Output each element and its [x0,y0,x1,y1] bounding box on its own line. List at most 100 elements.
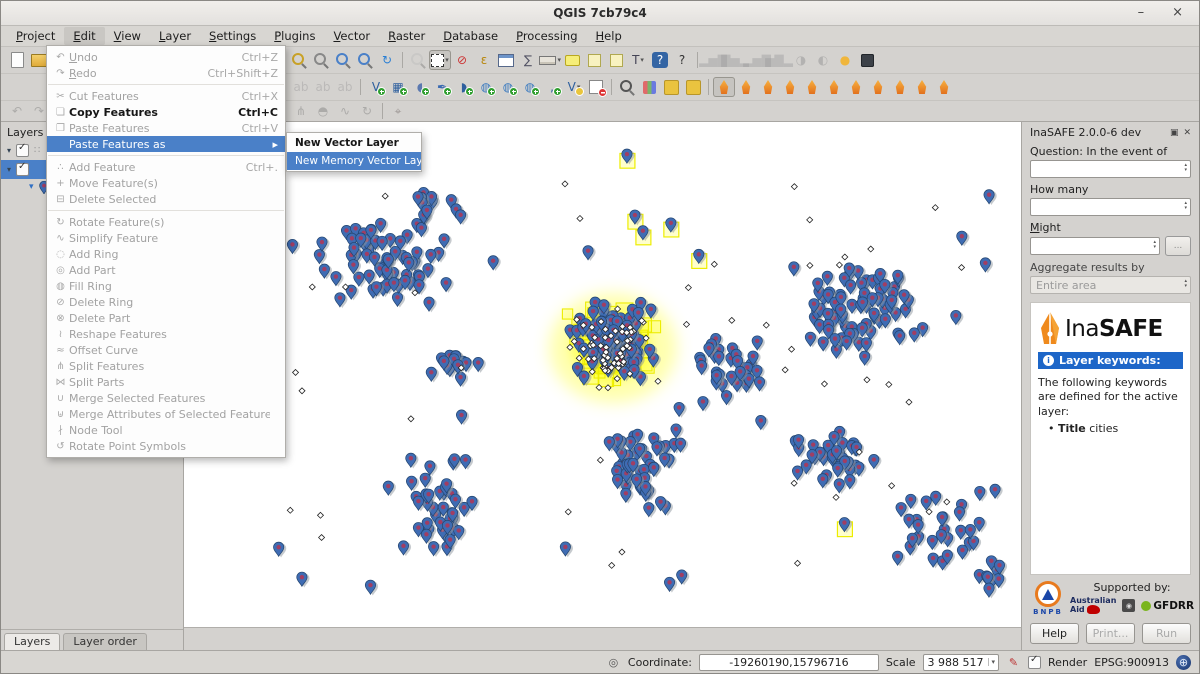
function-options-button[interactable]: ... [1165,236,1191,256]
close-button[interactable]: × [1172,3,1183,23]
inasafe-batch-runner-icon[interactable] [933,77,955,97]
label-rotate-icon[interactable]: ab [312,77,334,97]
edit-menu-item-add-feature[interactable]: ∴Add FeatureCtrl+. [47,159,285,175]
select-by-expression-icon[interactable]: ε [473,50,495,70]
edit-menu-item-paste-features[interactable]: ❐Paste FeaturesCtrl+V [47,120,285,136]
edit-menu-item-rotate-feature-s-[interactable]: ↻Rotate Feature(s) [47,214,285,230]
menu-raster[interactable]: Raster [379,27,434,45]
zoom-full-icon[interactable] [288,50,310,70]
edit-menu-item-rotate-point-symbols[interactable]: ↺Rotate Point Symbols [47,438,285,454]
processing-toolbox-icon[interactable] [660,77,682,97]
edit-menu-item-delete-ring[interactable]: ⊘Delete Ring [47,294,285,310]
cad-tools-icon[interactable]: ⌖ [387,101,409,121]
inasafe-shakemap-converter-icon[interactable] [911,77,933,97]
node-tool-button-icon[interactable]: ∿ [334,101,356,121]
dock-float-icon[interactable]: ▣ [1170,128,1179,138]
spinner-icon[interactable] [1184,201,1187,211]
open-attribute-table-icon[interactable] [495,50,517,70]
run-button[interactable]: Run [1142,623,1191,644]
refresh-map-icon[interactable]: ↻ [376,50,398,70]
chevron-down-icon[interactable]: ▾ [988,658,996,666]
edit-menu-item-copy-features[interactable]: ❏Copy FeaturesCtrl+C [47,104,285,120]
scale-combobox[interactable]: 3 988 517 ▾ [923,654,1000,671]
edit-menu-item-merge-attributes-of-selected-features[interactable]: ⊎Merge Attributes of Selected Features [47,406,285,422]
remove-layer-icon[interactable] [585,77,607,97]
projection-globe-icon[interactable] [1176,655,1191,670]
inasafe-minimum-needs-icon[interactable] [823,77,845,97]
add-vector-layer-icon[interactable]: V [365,77,387,97]
spinner-icon[interactable] [1153,240,1156,250]
zoom-next-icon[interactable] [354,50,376,70]
inasafe-impact-report-icon[interactable] [867,77,889,97]
edit-menu-item-paste-features-as[interactable]: Paste Features as▸ [47,136,285,152]
add-mssql-layer-icon[interactable]: ◗ [453,77,475,97]
tab-layers[interactable]: Layers [4,633,60,650]
statistical-summary-icon[interactable]: ∑ [517,50,539,70]
menu-plugins[interactable]: Plugins [265,27,324,45]
map-canvas[interactable] [184,122,1021,627]
edit-menu-item-split-features[interactable]: ⋔Split Features [47,358,285,374]
menu-settings[interactable]: Settings [200,27,265,45]
touch-zoom-icon[interactable] [407,50,429,70]
edit-menu-item-simplify-feature[interactable]: ∿Simplify Feature [47,230,285,246]
mouse-position-icon[interactable] [606,655,621,670]
python-console-icon[interactable] [638,77,660,97]
edit-menu-item-redo[interactable]: ↷RedoCtrl+Shift+Z [47,65,285,81]
map-tips-icon[interactable] [561,50,583,70]
help-contents-icon[interactable]: ? [652,52,668,68]
add-delimited-text-layer-icon[interactable]: , [541,77,563,97]
exposure-combobox[interactable] [1030,198,1191,216]
dock-close-icon[interactable]: ✕ [1183,128,1191,138]
coordinate-input[interactable] [699,654,879,671]
menu-help[interactable]: Help [587,27,631,45]
contrast-full-icon[interactable]: ◐ [812,50,834,70]
edit-menu-item-move-feature-s-[interactable]: +Move Feature(s) [47,175,285,191]
expand-arrow-icon[interactable]: ▾ [7,165,11,174]
menu-vector[interactable]: Vector [324,27,379,45]
render-checkbox[interactable] [1028,656,1041,669]
deselect-features-icon[interactable]: ⊘ [451,50,473,70]
inasafe-toggle-dock-icon[interactable] [713,77,735,97]
undo-edit-icon[interactable]: ↶ [6,101,28,121]
print-button[interactable]: Print... [1086,623,1135,644]
help-button[interactable]: Help [1030,623,1079,644]
new-project-icon[interactable] [6,50,28,70]
hazard-combobox[interactable] [1030,160,1191,178]
edit-menu-item-add-part[interactable]: ◎Add Part [47,262,285,278]
menu-database[interactable]: Database [434,27,507,45]
edit-menu-item-split-parts[interactable]: ⋈Split Parts [47,374,285,390]
inasafe-analysis-extent-icon[interactable] [845,77,867,97]
menu-processing[interactable]: Processing [507,27,586,45]
add-spatialite-layer-icon[interactable]: ✒ [431,77,453,97]
expand-arrow-icon[interactable]: ▾ [7,146,11,155]
measure-icon[interactable]: ▾ [539,50,561,70]
edit-menu-item-undo[interactable]: ↶UndoCtrl+Z [47,49,285,65]
zoom-last-icon[interactable] [332,50,354,70]
inasafe-options-icon[interactable] [801,77,823,97]
stop-render-icon[interactable] [1006,655,1021,670]
rotate-symbols-tool-icon[interactable]: ↻ [356,101,378,121]
merge-features-tool-icon[interactable]: ◓ [312,101,334,121]
menu-project[interactable]: Project [7,27,64,45]
menu-edit[interactable]: Edit [64,27,104,45]
edit-menu-item-add-ring[interactable]: ◌Add Ring [47,246,285,262]
inasafe-keywords-editor-icon[interactable] [735,77,757,97]
layer-checkbox[interactable] [16,144,29,157]
titlebar[interactable]: QGIS 7cb79c4 – × [1,1,1199,26]
submenu-item-new-memory-vector-layer[interactable]: New Memory Vector Layer [287,152,421,170]
edit-menu-item-reshape-features[interactable]: ≀Reshape Features [47,326,285,342]
contrast-local-icon[interactable]: ◑ [790,50,812,70]
edit-menu-item-delete-part[interactable]: ⊗Delete Part [47,310,285,326]
whats-this-icon[interactable]: ? [671,50,693,70]
select-rectangle-icon[interactable]: ▾ [429,50,451,70]
spinner-icon[interactable] [1184,163,1187,173]
processing-history-icon[interactable] [682,77,704,97]
zoom-in-icon[interactable] [310,50,332,70]
georeferencer-icon[interactable] [856,50,878,70]
inasafe-osm-downloader-icon[interactable] [889,77,911,97]
edit-menu-item-merge-selected-features[interactable]: ∪Merge Selected Features [47,390,285,406]
function-combobox[interactable] [1030,237,1160,255]
edit-menu-item-cut-features[interactable]: ✂Cut FeaturesCtrl+X [47,88,285,104]
sun-raster-tool-icon[interactable]: ● [834,50,856,70]
add-wfs-layer-icon[interactable]: ◍ [519,77,541,97]
